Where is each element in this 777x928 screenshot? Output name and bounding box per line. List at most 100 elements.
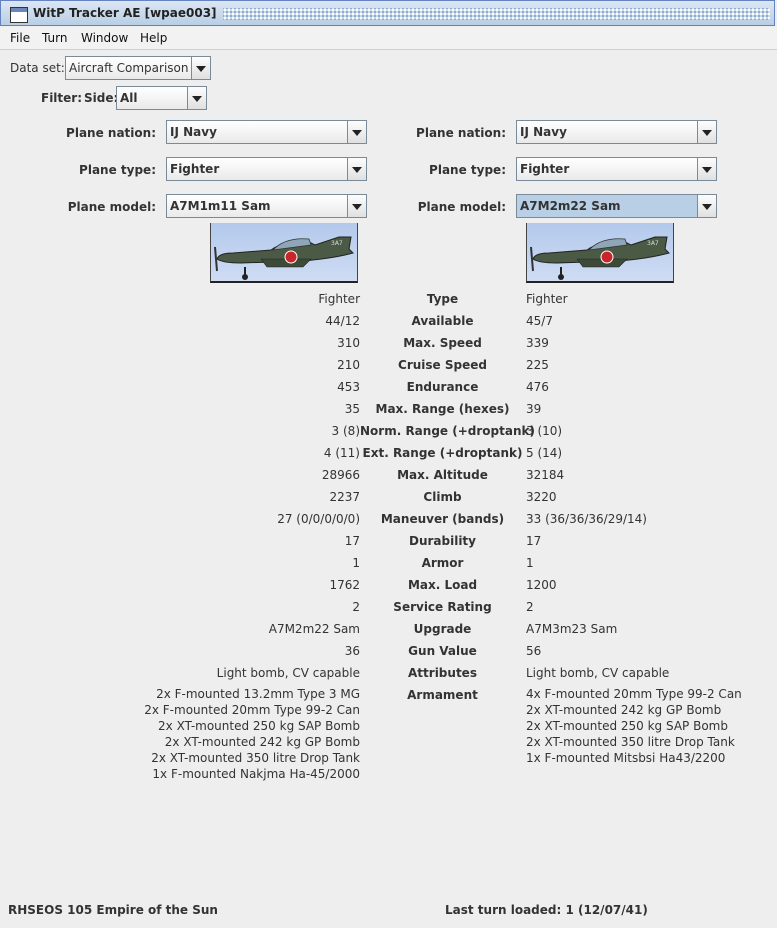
armament-item: 2x XT-mounted 242 kg GP Bomb <box>164 735 360 749</box>
chevron-down-icon[interactable] <box>191 57 210 79</box>
stat-label: Cruise Speed <box>398 358 487 372</box>
right-value: 2 <box>526 600 534 614</box>
left-value: 4 (11) <box>323 446 360 460</box>
armament-item: 2x XT-mounted 350 litre Drop Tank <box>151 751 360 765</box>
right-value: 476 <box>526 380 549 394</box>
right-value: Fighter <box>526 292 568 306</box>
stat-label: Armor <box>421 556 464 570</box>
right-value: 56 <box>526 644 542 658</box>
armament-item: 2x F-mounted 13.2mm Type 3 MG <box>156 687 360 701</box>
left-value: 3 (8) <box>331 424 360 438</box>
armament-item: 2x XT-mounted 242 kg GP Bomb <box>526 703 722 717</box>
plane-fighter-icon: 3A7 <box>530 236 670 280</box>
menu-file[interactable]: File <box>10 31 30 45</box>
table-row: Fighter Type Fighter <box>0 292 777 314</box>
right-value: 3220 <box>526 490 557 504</box>
armament-label: Armament <box>407 688 478 702</box>
stat-label: Upgrade <box>413 622 472 636</box>
stat-label: Climb <box>423 490 462 504</box>
armament-item: 2x XT-mounted 250 kg SAP Bomb <box>526 719 728 733</box>
right-plane-image: 3A7 <box>526 223 674 283</box>
right-type-select[interactable]: Fighter <box>516 157 717 181</box>
left-type-label: Plane type: <box>79 163 156 177</box>
menu-help[interactable]: Help <box>140 31 167 45</box>
right-model-select[interactable]: A7M2m22 Sam <box>516 194 717 218</box>
left-nation-label: Plane nation: <box>66 126 156 140</box>
stat-label: Gun Value <box>408 644 477 658</box>
stat-label: Type <box>426 292 459 306</box>
left-model-select[interactable]: A7M1m11 Sam <box>166 194 367 218</box>
chevron-down-icon[interactable] <box>347 158 366 180</box>
chevron-down-icon[interactable] <box>347 121 366 143</box>
table-row: 210 Cruise Speed 225 <box>0 358 777 380</box>
right-nation-select[interactable]: IJ Navy <box>516 120 717 144</box>
stat-label: Ext. Range (+droptank) <box>362 446 523 460</box>
menu-window[interactable]: Window <box>81 31 128 45</box>
chevron-down-icon[interactable] <box>347 195 366 217</box>
table-row: 36 Gun Value 56 <box>0 644 777 666</box>
left-type-select[interactable]: Fighter <box>166 157 367 181</box>
table-row: 3 (8) Norm. Range (+droptank) 3 (10) <box>0 424 777 446</box>
stat-label: Maneuver (bands) <box>380 512 505 526</box>
right-value: 45/7 <box>526 314 553 328</box>
right-value: 3 (10) <box>526 424 563 438</box>
left-nation-select[interactable]: IJ Navy <box>166 120 367 144</box>
chevron-down-icon[interactable] <box>697 121 716 143</box>
left-value: 1762 <box>329 578 360 592</box>
plane-marking: 3A7 <box>647 240 659 247</box>
stat-label: Attributes <box>408 666 477 680</box>
left-value: 210 <box>337 358 360 372</box>
stat-label: Endurance <box>406 380 479 394</box>
side-select[interactable]: All <box>116 86 207 110</box>
right-value: 33 (36/36/36/29/14) <box>526 512 647 526</box>
status-scenario: RHSEOS 105 Empire of the Sun <box>8 903 218 917</box>
menu-bar: File Turn Window Help <box>0 27 777 50</box>
right-value: A7M3m23 Sam <box>526 622 618 636</box>
right-nation-value: IJ Navy <box>520 125 567 139</box>
left-value: Fighter <box>318 292 360 306</box>
armament-item: 2x XT-mounted 350 litre Drop Tank <box>526 735 735 749</box>
dataset-value: Aircraft Comparison <box>69 61 189 75</box>
table-row: 44/12 Available 45/7 <box>0 314 777 336</box>
table-row: 310 Max. Speed 339 <box>0 336 777 358</box>
stat-label: Durability <box>408 534 476 548</box>
table-row: 1762 Max. Load 1200 <box>0 578 777 600</box>
status-last-turn: Last turn loaded: 1 (12/07/41) <box>445 903 648 917</box>
left-value: 310 <box>337 336 360 350</box>
armament-item: 4x F-mounted 20mm Type 99-2 Can <box>526 687 742 701</box>
title-bar-grip <box>223 8 770 20</box>
chevron-down-icon[interactable] <box>187 87 206 109</box>
armament-item: 1x F-mounted Mitsbsi Ha43/2200 <box>526 751 726 765</box>
left-plane-image: 3A7 <box>210 223 358 283</box>
menu-turn[interactable]: Turn <box>42 31 67 45</box>
stat-label: Max. Speed <box>403 336 482 350</box>
right-value: 1200 <box>526 578 557 592</box>
left-model-label: Plane model: <box>67 200 156 214</box>
stat-label: Service Rating <box>393 600 492 614</box>
right-value: 17 <box>526 534 542 548</box>
right-value: 339 <box>526 336 549 350</box>
left-value: 17 <box>344 534 360 548</box>
left-value: 36 <box>344 644 360 658</box>
left-nation-value: IJ Navy <box>170 125 217 139</box>
left-value: 27 (0/0/0/0/0) <box>277 512 360 526</box>
left-type-value: Fighter <box>170 162 220 176</box>
left-value: 2 <box>352 600 360 614</box>
table-row: 2 Service Rating 2 <box>0 600 777 622</box>
table-row: 35 Max. Range (hexes) 39 <box>0 402 777 424</box>
filter-label: Filter: <box>41 91 83 105</box>
title-bar[interactable]: WitP Tracker AE [wpae003] <box>0 0 775 26</box>
chevron-down-icon[interactable] <box>697 158 716 180</box>
stat-label: Available <box>411 314 474 328</box>
right-model-value: A7M2m22 Sam <box>520 199 621 213</box>
right-value: 5 (14) <box>526 446 563 460</box>
table-row: A7M2m22 Sam Upgrade A7M3m23 Sam <box>0 622 777 644</box>
chevron-down-icon[interactable] <box>697 195 716 217</box>
right-type-value: Fighter <box>520 162 570 176</box>
side-value: All <box>120 91 138 105</box>
table-row: 453 Endurance 476 <box>0 380 777 402</box>
armament-item: 2x F-mounted 20mm Type 99-2 Can <box>144 703 360 717</box>
dataset-select[interactable]: Aircraft Comparison <box>65 56 211 80</box>
left-value: 453 <box>337 380 360 394</box>
stat-label: Norm. Range (+droptank) <box>360 424 535 438</box>
